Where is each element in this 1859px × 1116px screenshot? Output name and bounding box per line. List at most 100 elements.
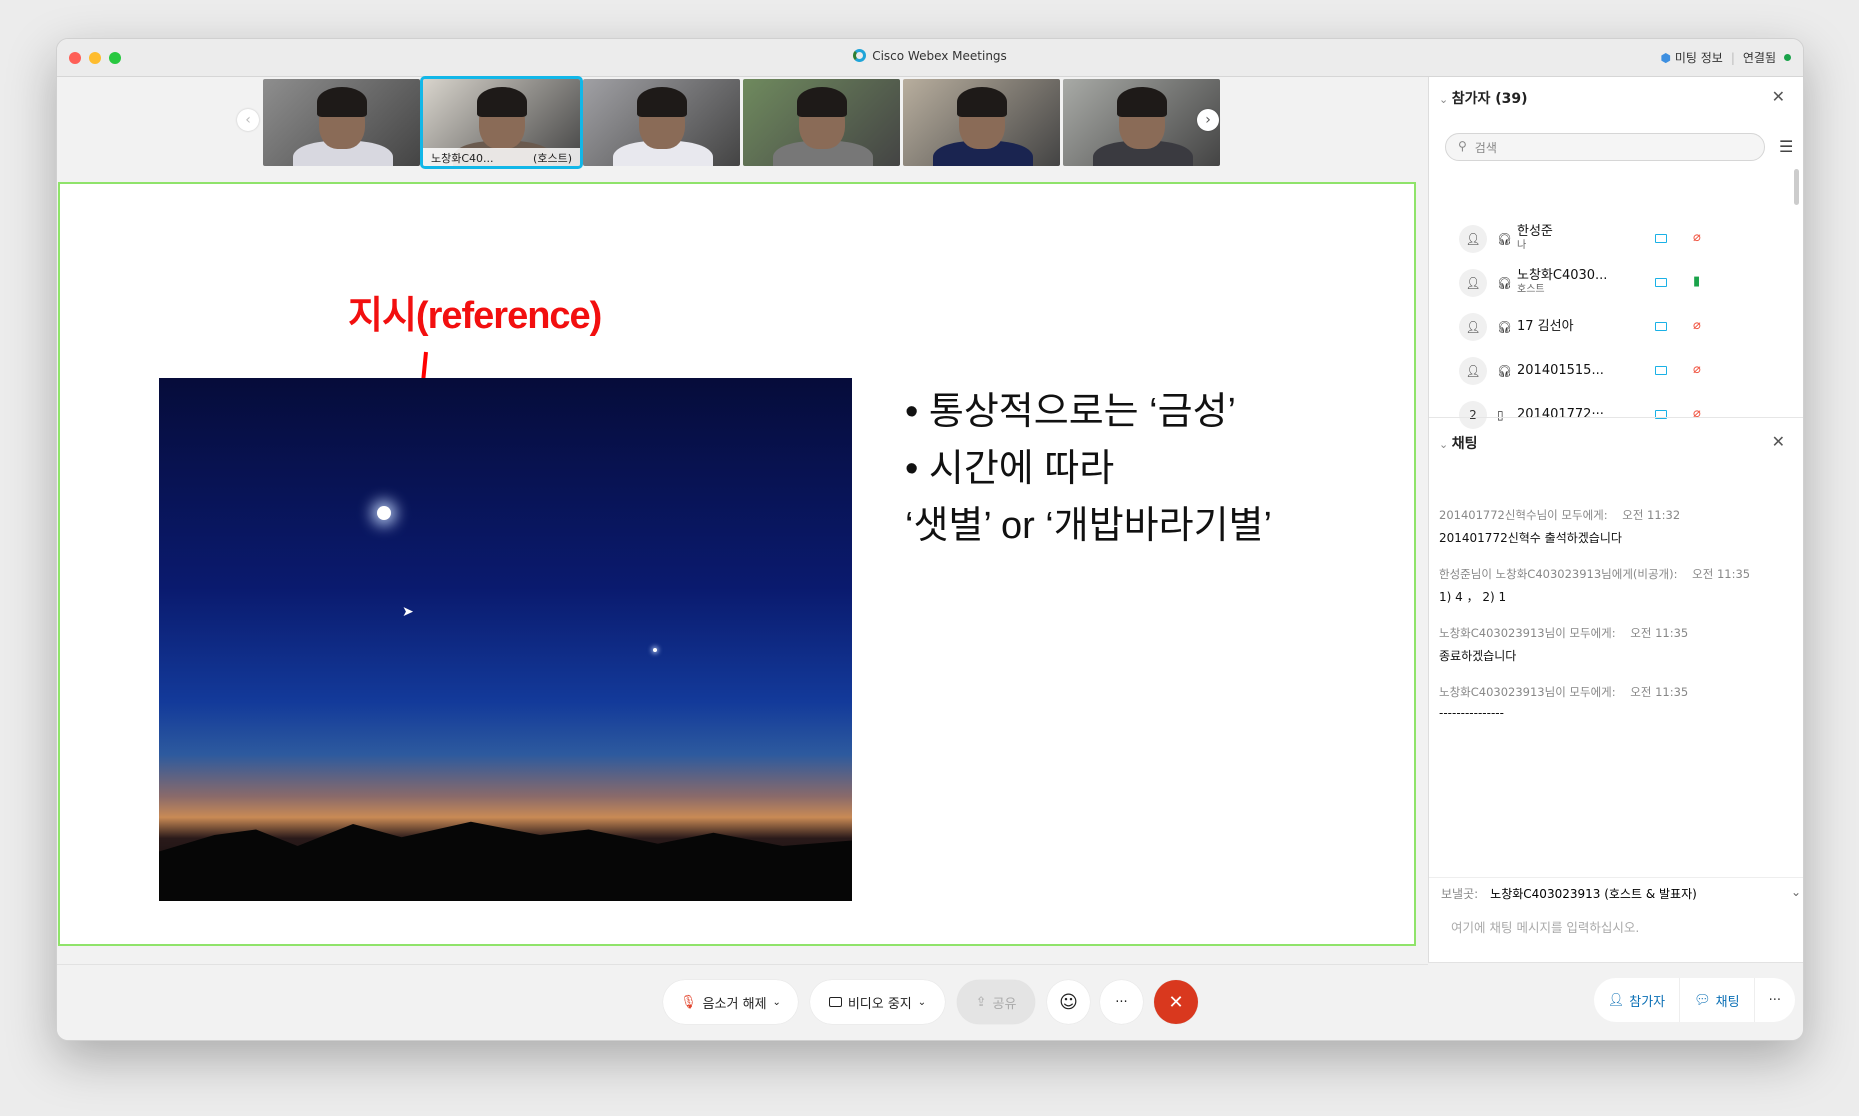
chat-header[interactable]: ⌄ 채팅 [1439, 433, 1477, 453]
video-thumbnail[interactable] [583, 79, 740, 166]
slide-bullets: • 통상적으로는 ‘금성’ • 시간에 따라 ‘샛별’ or ‘개밥바라기별’ [905, 384, 1272, 555]
chat-toggle-label: 채팅 [1715, 994, 1740, 1010]
bullet-2: • 시간에 따라 [905, 448, 1115, 490]
panel-toolbar: 👤︎ 참가자 💬︎ 채팅 ··· [1428, 962, 1803, 1040]
participant-row[interactable]: 👤︎ 🎧︎ 한성준 나 ⌀ [1459, 219, 1719, 259]
person-icon: 👤︎ [1465, 320, 1481, 334]
message-time: 오전 11:35 [1692, 567, 1751, 581]
panel-more-button[interactable]: ··· [1755, 978, 1795, 1022]
headset-icon: 🎧︎ [1497, 232, 1513, 246]
mic-muted-icon[interactable]: ⌀ [1693, 362, 1701, 377]
meeting-info-button[interactable]: ⬢ 미팅 정보 [1661, 49, 1723, 66]
muted-mic-icon: 🎙︎ [680, 994, 697, 1010]
video-thumbnail[interactable] [263, 79, 420, 166]
video-thumbnail[interactable]: 노창화C40... (호스트) [420, 76, 583, 169]
participant-name: 노창화C4030... [1517, 268, 1608, 283]
connection-status: 연결됨 [1742, 51, 1776, 65]
video-camera-icon [828, 997, 842, 1007]
participant-hair [317, 87, 367, 117]
mic-muted-icon[interactable]: ⌀ [1693, 318, 1701, 333]
mouse-cursor-icon: ➤ [402, 604, 414, 620]
avatar-count: 2 [1469, 408, 1477, 422]
stop-video-button[interactable]: 비디오 중지 ⌄ [810, 980, 945, 1024]
participant-hair [1117, 87, 1167, 117]
message-text: 종료하겠습니다 [1439, 649, 1517, 663]
side-panel: ⌄ 참가자 (39) ✕ ⚲ 검색 ☰ 👤︎ 🎧︎ 한성준 나 ⌀ 👤︎ 🎧︎ 노창화C4030… [1428, 77, 1803, 964]
close-chat-button[interactable]: ✕ [1772, 432, 1785, 451]
chevron-down-icon: ⌄ [1790, 885, 1801, 899]
search-icon: ⚲ [1458, 139, 1467, 153]
participant-role: 나 [1517, 240, 1527, 251]
more-options-button[interactable]: ··· [1100, 980, 1143, 1024]
chat-message: 노창화C403023913님이 모두에게: 오전 11:35 ----------… [1439, 684, 1769, 720]
stage: ‹ 노창화C40... (호스트) › 지시(reference) ➤ • 통상적… [57, 76, 1428, 1040]
chat-message: 노창화C403023913님이 모두에게: 오전 11:35 종료하겠습니다 [1439, 625, 1769, 664]
participant-name: 201401772··· [1517, 407, 1604, 422]
venus-star [377, 506, 391, 520]
chevron-down-icon: ⌄ [1439, 93, 1452, 106]
chat-message-input[interactable]: 여기에 채팅 메시지를 입력하십시오. [1451, 917, 1791, 936]
meeting-info-label: 미팅 정보 [1674, 51, 1723, 65]
star [653, 648, 657, 652]
person-icon: 👤︎ [1465, 232, 1481, 246]
headset-icon: 🎧︎ [1497, 320, 1513, 334]
participants-toggle-button[interactable]: 👤︎ 참가자 [1594, 978, 1681, 1022]
divider [1429, 417, 1803, 418]
chat-bubble-icon: 💬︎ [1694, 992, 1711, 1008]
participant-name: 17 김선아 [1517, 319, 1574, 334]
thumbnails-prev-button[interactable]: ‹ [237, 109, 259, 131]
window-title: Cisco Webex Meetings [57, 49, 1803, 63]
participant-scrollbar[interactable] [1794, 169, 1799, 205]
mic-muted-icon[interactable]: ⌀ [1693, 406, 1701, 421]
message-sender: 노창화C403023913님이 모두에게: [1439, 685, 1616, 699]
participant-hair [477, 87, 527, 117]
end-meeting-button[interactable]: ✕ [1154, 980, 1198, 1024]
reactions-button[interactable]: ☺ [1047, 980, 1090, 1024]
participant-name: 한성준 [1517, 224, 1553, 239]
divider [1429, 877, 1803, 878]
participant-search-input[interactable]: ⚲ 검색 [1445, 133, 1765, 161]
webex-logo-icon [853, 49, 867, 62]
participants-toggle-label: 참가자 [1629, 994, 1666, 1010]
participant-row[interactable]: 2 ▯ 201401772··· ⌀ [1459, 395, 1719, 435]
participants-header[interactable]: ⌄ 참가자 (39) [1439, 88, 1528, 108]
message-sender: 201401772신혁수님이 모두에게: [1439, 508, 1608, 522]
thumbnail-role: (호스트) [533, 152, 572, 165]
close-participants-button[interactable]: ✕ [1772, 87, 1785, 106]
participant-row[interactable]: 👤︎ 🎧︎ 201401515... ⌀ [1459, 351, 1719, 391]
headset-icon: 🎧︎ [1497, 276, 1513, 290]
search-placeholder: 검색 [1474, 141, 1497, 155]
share-button[interactable]: ⇪ 공유 [957, 980, 1035, 1024]
bullet-1: • 통상적으로는 ‘금성’ [905, 391, 1236, 433]
send-to-select[interactable]: 보낼곳: 노창화C403023913 (호스트 & 발표자) ⌄ [1441, 885, 1801, 902]
video-on-icon [1655, 366, 1667, 375]
chat-toggle-button[interactable]: 💬︎ 채팅 [1680, 978, 1755, 1022]
participant-role: 호스트 [1517, 284, 1545, 295]
chevron-down-icon[interactable]: ⌄ [773, 997, 781, 1008]
message-sender: 한성준님이 노창화C403023913님에게(비공개): [1439, 567, 1678, 581]
video-thumbnail[interactable] [743, 79, 900, 166]
chevron-down-icon: ⌄ [1439, 438, 1452, 451]
participant-hair [797, 87, 847, 117]
person-icon: 👤︎ [1607, 992, 1625, 1008]
night-sky-photo: ➤ [159, 378, 852, 901]
mic-muted-icon[interactable]: ⌀ [1693, 230, 1701, 245]
headset-icon: 🎧︎ [1497, 364, 1513, 378]
sort-icon[interactable]: ☰ [1779, 137, 1793, 156]
participant-row[interactable]: 👤︎ 🎧︎ 17 김선아 ⌀ [1459, 307, 1719, 347]
participant-row[interactable]: 👤︎ 🎧︎ 노창화C4030... 호스트 ▮ [1459, 263, 1719, 303]
window-title-text: Cisco Webex Meetings [872, 49, 1007, 63]
thumbnails-next-button[interactable]: › [1197, 109, 1219, 131]
avatar: 👤︎ [1459, 225, 1487, 253]
mic-on-icon[interactable]: ▮ [1693, 274, 1700, 289]
bullet-3: ‘샛별’ or ‘개밥바라기별’ [905, 505, 1272, 547]
message-text: --------------- [1439, 706, 1504, 720]
avatar: 👤︎ [1459, 357, 1487, 385]
unmute-button[interactable]: 🎙︎ 음소거 해제 ⌄ [663, 980, 798, 1024]
avatar: 👤︎ [1459, 269, 1487, 297]
chevron-down-icon[interactable]: ⌄ [918, 997, 926, 1008]
stop-video-label: 비디오 중지 [847, 996, 912, 1012]
video-thumbnail[interactable] [903, 79, 1060, 166]
participants-title: 참가자 (39) [1451, 91, 1528, 107]
connected-dot-icon [1784, 54, 1791, 61]
